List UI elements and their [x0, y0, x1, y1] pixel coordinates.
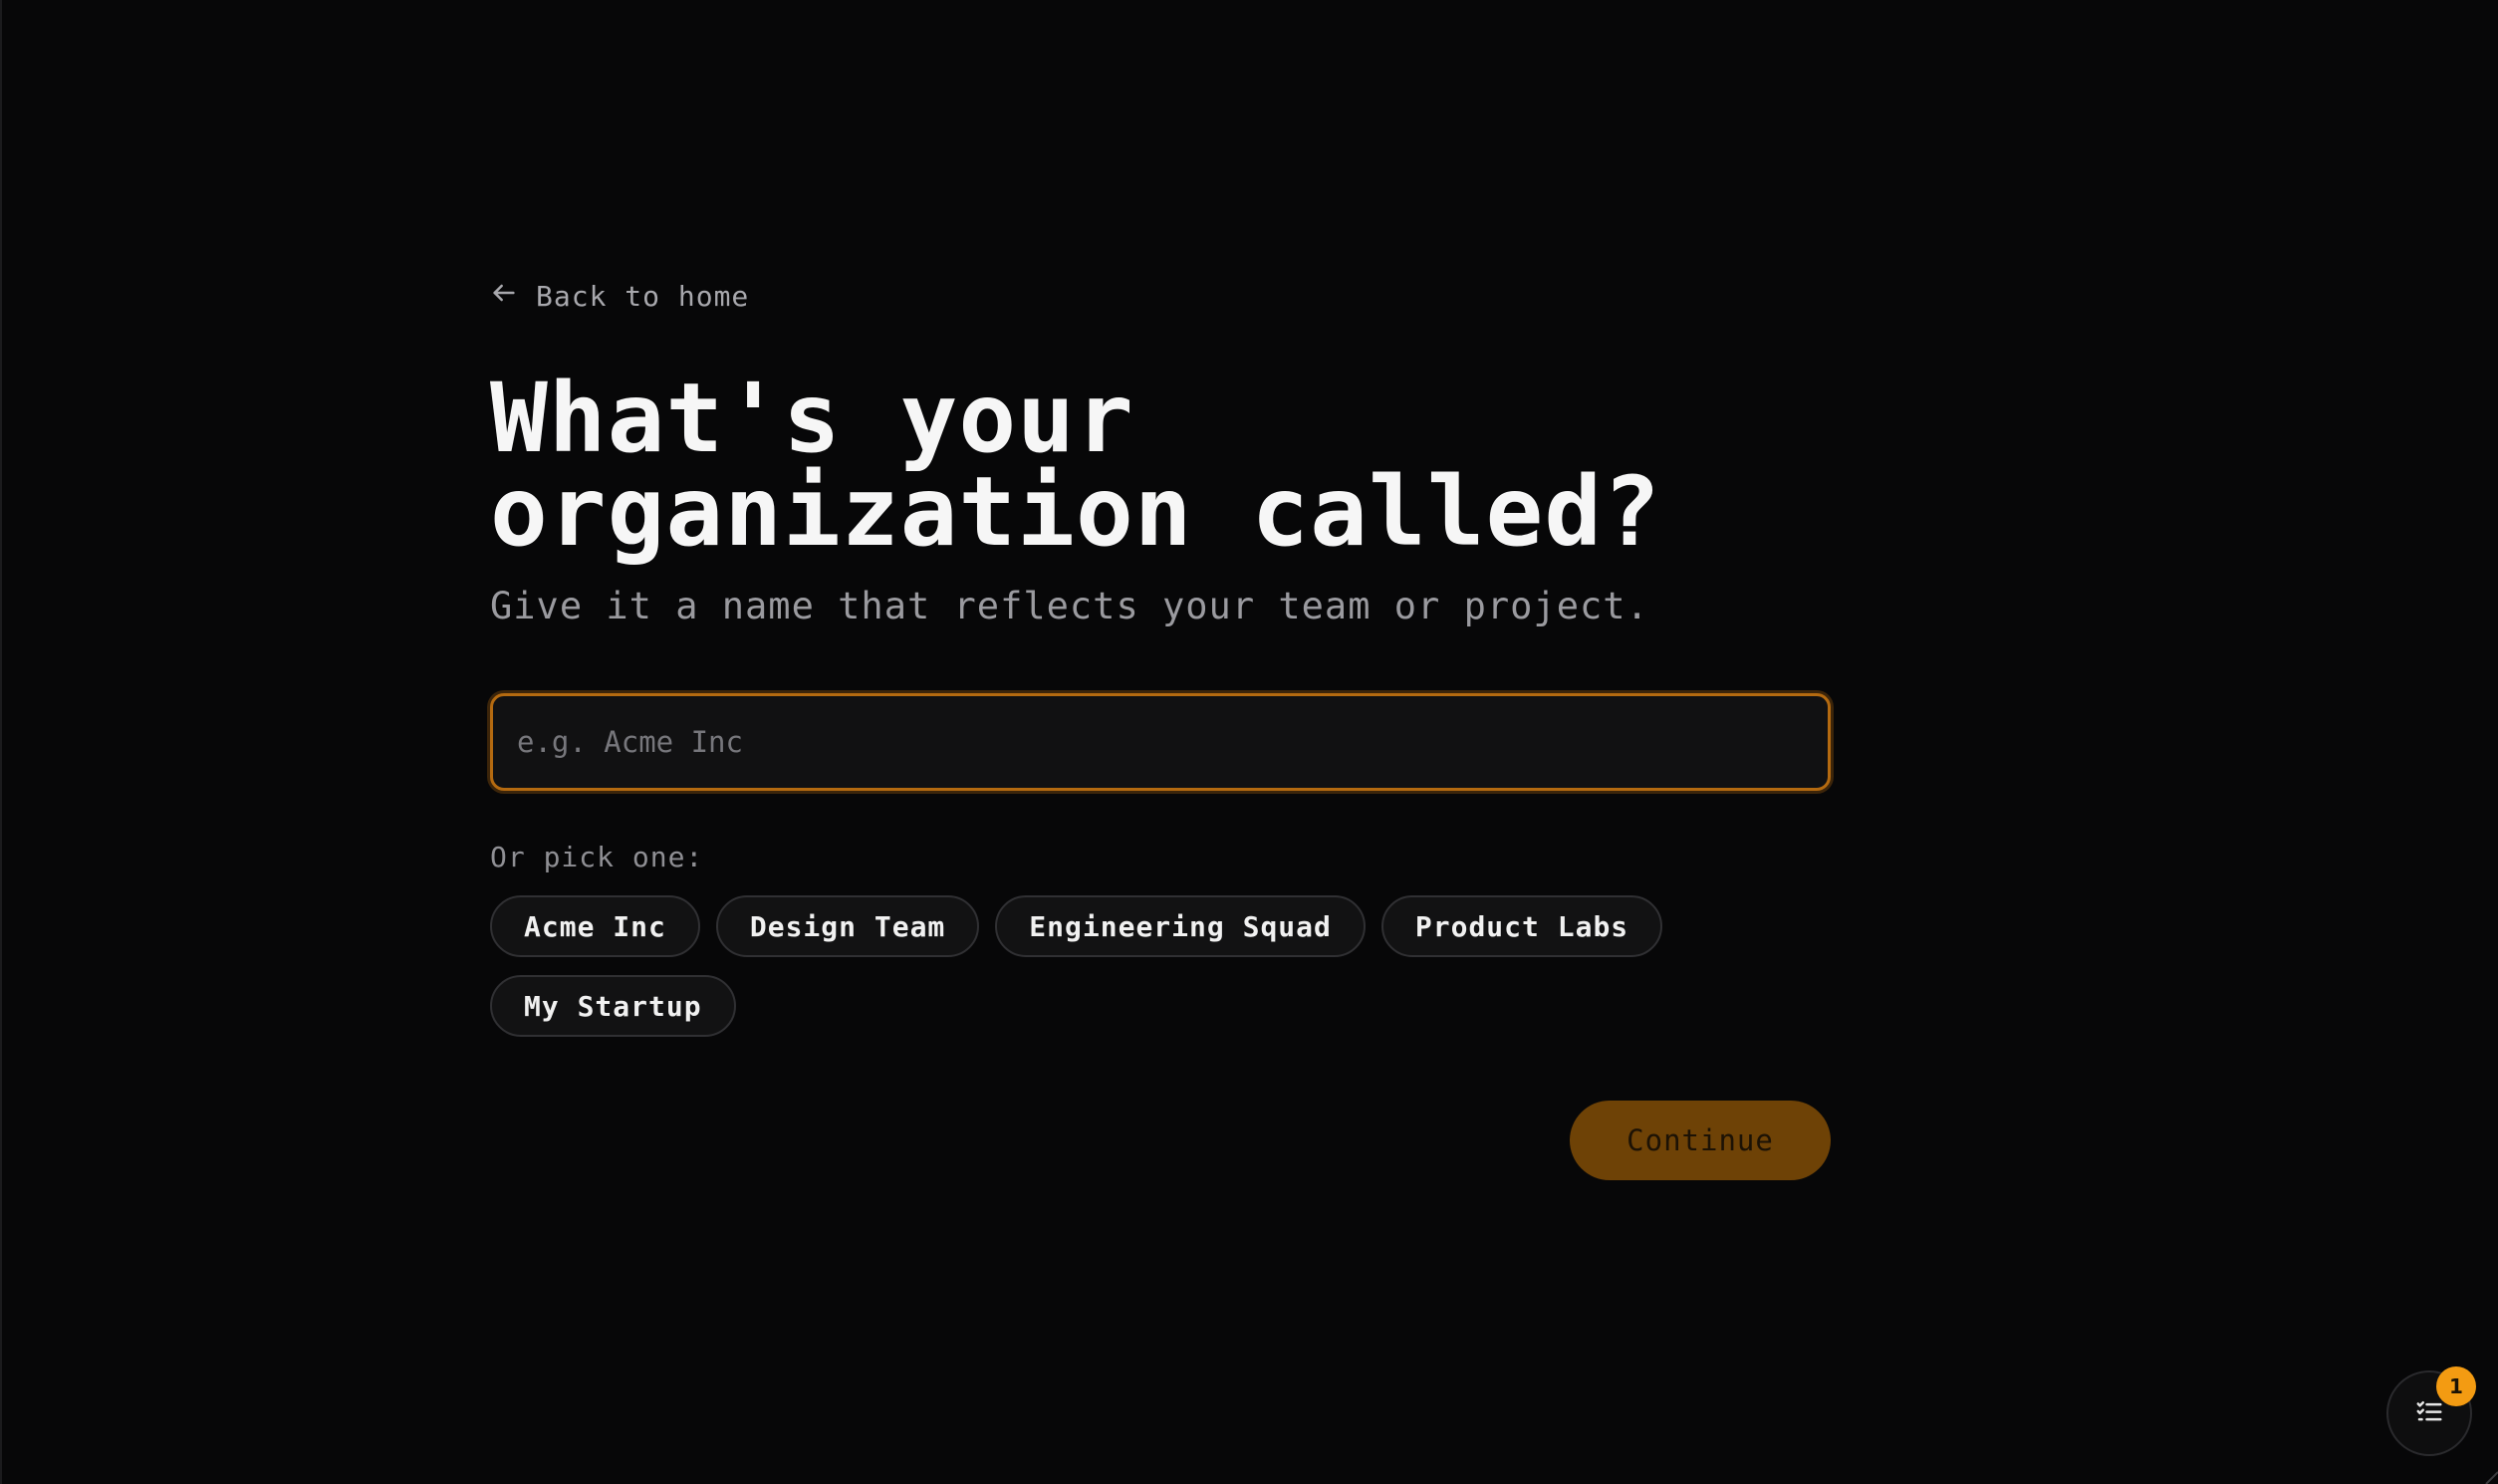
- suggestion-chip-my-startup[interactable]: My Startup: [490, 975, 736, 1037]
- notification-badge: 1: [2436, 1366, 2476, 1406]
- onboarding-page: Back to home What's your organization ca…: [0, 0, 2498, 1484]
- form-actions: Continue: [490, 1101, 1831, 1180]
- org-name-input[interactable]: [493, 696, 1828, 788]
- suggestion-chip-engineering-squad[interactable]: Engineering Squad: [995, 895, 1366, 957]
- back-to-home-link[interactable]: Back to home: [490, 279, 749, 314]
- org-name-field-wrapper: [490, 693, 1831, 791]
- suggestion-chip-acme-inc[interactable]: Acme Inc: [490, 895, 700, 957]
- checklist-icon: [2414, 1396, 2444, 1430]
- suggestion-chips: Acme Inc Design Team Engineering Squad P…: [490, 895, 1831, 1037]
- arrow-left-icon: [490, 279, 518, 314]
- continue-button[interactable]: Continue: [1570, 1101, 1831, 1180]
- suggestions-label: Or pick one:: [490, 841, 704, 873]
- page-title: What's your organization called?: [490, 363, 1661, 568]
- suggestion-chip-product-labs[interactable]: Product Labs: [1380, 895, 1663, 957]
- suggestion-chip-design-team[interactable]: Design Team: [715, 895, 980, 957]
- page-subtitle: Give it a name that reflects your team o…: [490, 585, 1649, 627]
- resize-corner-icon: [2485, 1471, 2498, 1484]
- org-name-form: Back to home What's your organization ca…: [490, 279, 1831, 1180]
- back-link-label: Back to home: [536, 280, 750, 313]
- checklist-fab-button[interactable]: 1: [2386, 1366, 2476, 1456]
